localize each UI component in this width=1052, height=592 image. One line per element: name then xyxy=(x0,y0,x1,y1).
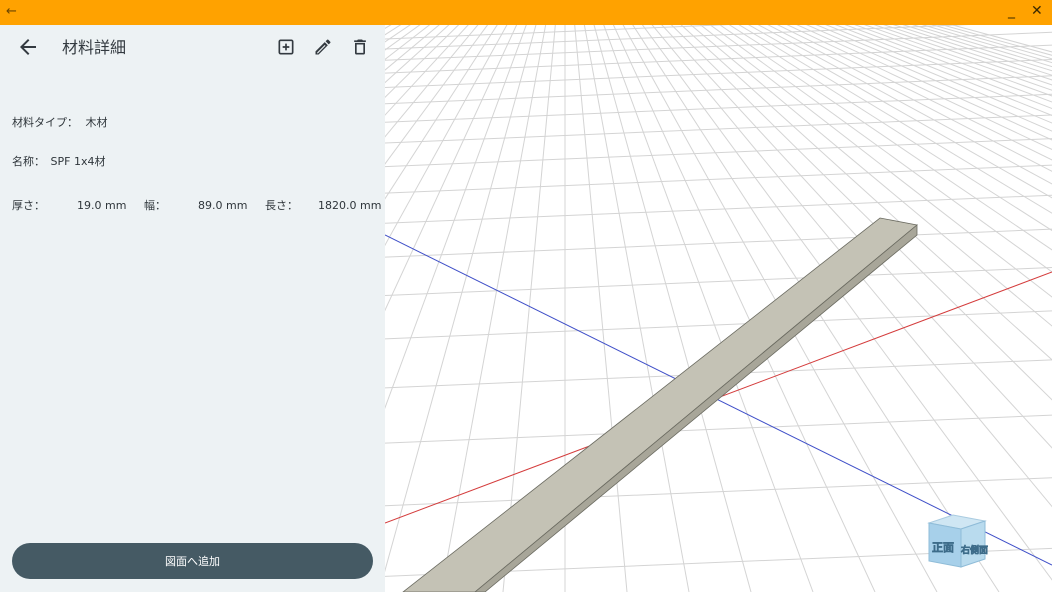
grid-line xyxy=(385,164,1052,194)
material-type-label: 材料タイプ： xyxy=(12,116,78,129)
length-value: 1820.0 mm xyxy=(318,199,382,212)
grid-line xyxy=(719,25,1052,251)
grid-line xyxy=(385,75,1052,105)
material-detail-panel: 材料詳細 材料タイプ： 木材 名称： SPF 1x4材 厚さ： 19.0 mm … xyxy=(0,25,385,592)
add-box-icon[interactable] xyxy=(276,37,296,57)
view-cube[interactable]: 正面 右側面 xyxy=(923,509,993,579)
arrow-left-icon[interactable] xyxy=(16,35,40,59)
material-type-value: 木材 xyxy=(85,116,108,129)
material-type-row: 材料タイプ： 木材 xyxy=(12,115,108,131)
grid-line xyxy=(385,25,403,592)
view-cube-front-label[interactable]: 正面 xyxy=(932,541,955,555)
grid-line xyxy=(786,25,1052,151)
3d-scene[interactable] xyxy=(385,25,1052,592)
grid-line xyxy=(385,414,1052,444)
width-value: 89.0 mm xyxy=(198,199,248,212)
grid-line xyxy=(385,25,431,60)
grid-line xyxy=(385,25,498,200)
grid-line xyxy=(385,25,451,592)
grid-line xyxy=(385,267,1052,297)
grid-line xyxy=(748,25,1052,199)
board-top-face xyxy=(402,217,918,592)
material-name-label: 名称： xyxy=(12,155,45,168)
grid-line xyxy=(385,25,397,592)
grid-line xyxy=(699,25,1052,298)
material-name-row: 名称： SPF 1x4材 xyxy=(12,154,105,170)
floor-grid xyxy=(385,25,1052,592)
grid-line xyxy=(385,25,402,36)
pencil-icon[interactable] xyxy=(313,37,333,57)
grid-line xyxy=(385,25,479,138)
grid-line xyxy=(385,25,489,165)
grid-line xyxy=(709,25,1052,273)
grid-line xyxy=(670,25,1052,401)
grid-line xyxy=(385,25,409,592)
grid-line xyxy=(385,25,421,51)
3d-viewport[interactable]: 正面 右側面 xyxy=(385,25,1052,592)
grid-line xyxy=(385,25,440,71)
width-label: 幅： xyxy=(144,199,166,212)
grid-line xyxy=(385,25,445,592)
page-title: 材料詳細 xyxy=(62,38,127,57)
grid-line xyxy=(661,25,1052,449)
grid-line xyxy=(385,25,392,29)
board-side-face xyxy=(474,224,918,592)
grid-line xyxy=(385,25,433,592)
window-minimize-button[interactable]: _ xyxy=(1008,2,1015,20)
length-label: 長さ： xyxy=(265,199,298,212)
grid-line xyxy=(950,25,1052,53)
thickness-label: 厚さ： xyxy=(12,199,45,212)
window-titlebar: ← _ ✕ xyxy=(0,0,1052,25)
wood-board[interactable] xyxy=(402,217,918,592)
grid-line xyxy=(728,25,1052,232)
grid-line xyxy=(385,477,1052,507)
thickness-value: 19.0 mm xyxy=(77,199,127,212)
material-name-value: SPF 1x4材 xyxy=(50,155,106,168)
trash-icon[interactable] xyxy=(350,37,370,57)
window-close-button[interactable]: ✕ xyxy=(1031,2,1043,20)
grid-line xyxy=(941,25,1052,56)
grid-line xyxy=(385,93,1052,123)
add-to-drawing-button[interactable]: 図面へ追加 xyxy=(12,543,373,579)
grid-line xyxy=(931,25,1052,60)
grid-line xyxy=(385,25,439,592)
grid-line xyxy=(385,25,427,592)
window-back-icon[interactable]: ← xyxy=(6,3,17,21)
view-cube-right-label[interactable]: 右側面 xyxy=(960,544,989,556)
grid-line xyxy=(690,25,1052,327)
grid-line xyxy=(680,25,1052,361)
view-cube-icon[interactable]: 正面 右側面 xyxy=(923,509,993,579)
